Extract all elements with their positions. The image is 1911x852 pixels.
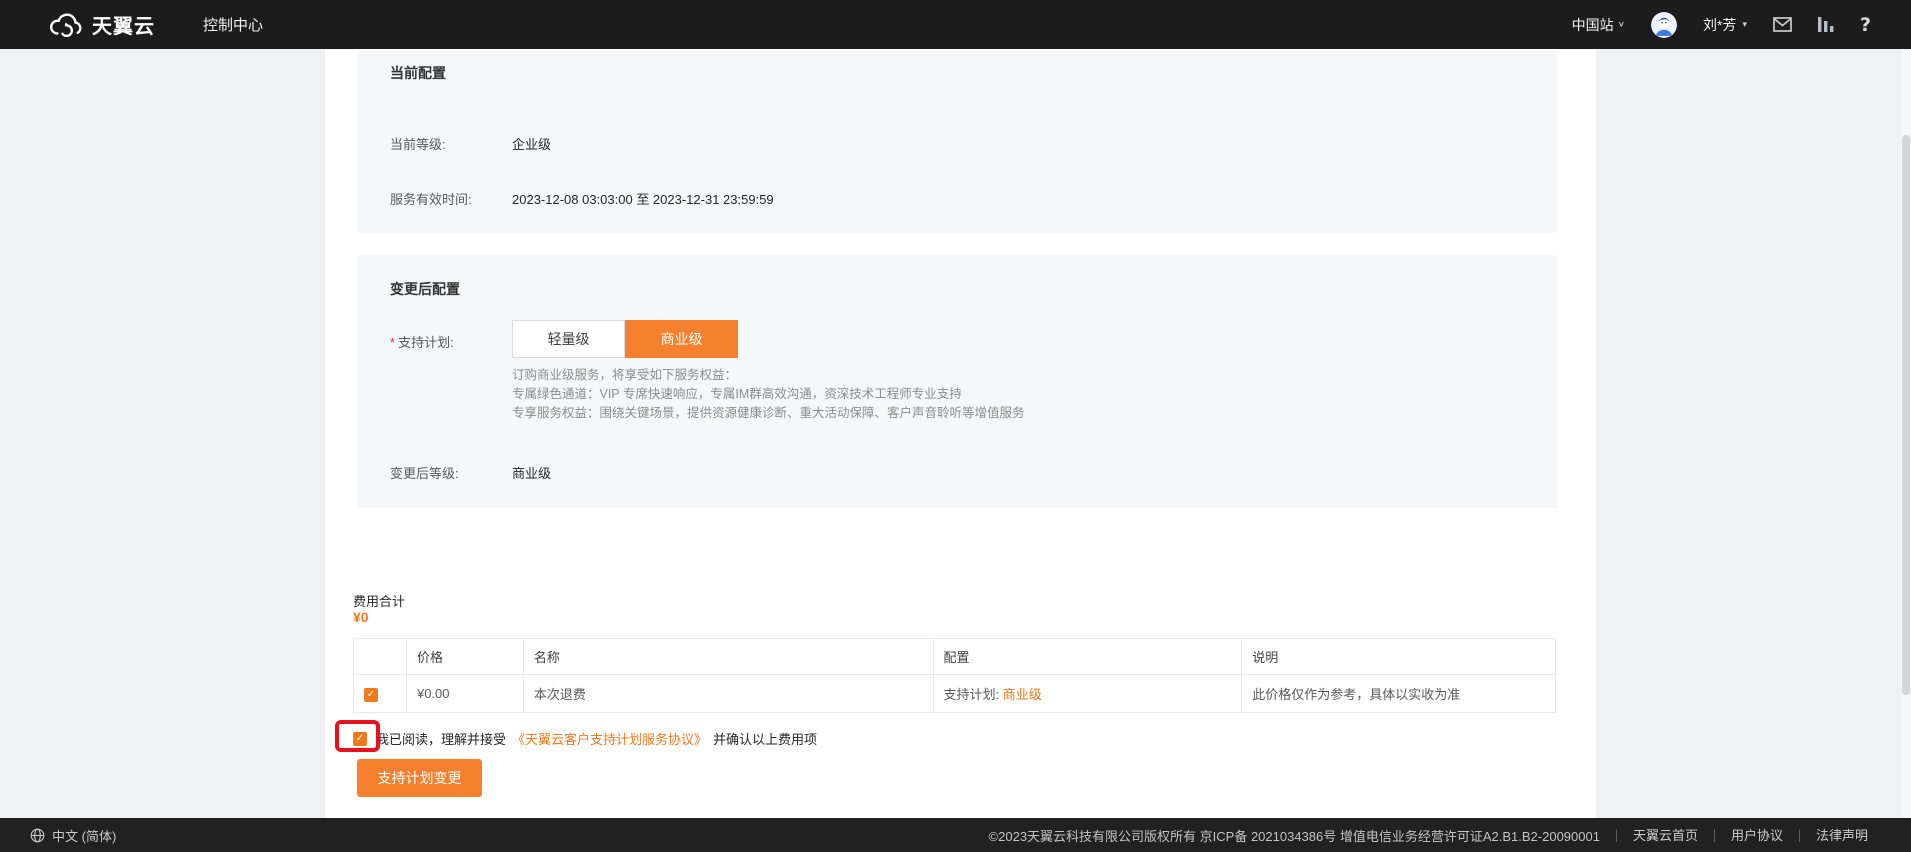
support-plan-toggle: 轻量级 商业级 xyxy=(512,320,738,358)
footer-link-home[interactable]: 天翼云首页 xyxy=(1616,829,1698,842)
stats-icon[interactable] xyxy=(1818,17,1834,32)
page-footer: 中文 (简体) ©2023天翼云科技有限公司版权所有 京ICP备 2021034… xyxy=(0,818,1911,852)
caret-down-icon: ▾ xyxy=(1742,19,1747,30)
current-config-title: 当前配置 xyxy=(390,63,446,83)
row-note: 此价格仅作为参考，具体以实收为准 xyxy=(1242,675,1556,713)
service-period-label: 服务有效时间: xyxy=(390,189,472,208)
region-label: 中国站 xyxy=(1572,15,1614,35)
required-asterisk: * xyxy=(390,335,395,350)
after-level-label: 变更后等级: xyxy=(390,463,459,482)
copyright-text: ©2023天翼云科技有限公司版权所有 京ICP备 2021034386号 增值电… xyxy=(989,826,1600,845)
row-price: ¥0.00 xyxy=(406,675,523,713)
benefit-line: 订购商业级服务，将享受如下服务权益： xyxy=(512,366,1025,385)
brand-name[interactable]: 天翼云 xyxy=(92,10,155,39)
row-config-label: 支持计划: xyxy=(944,687,1000,702)
benefit-line: 专享服务权益：围绕关键场景，提供资源健康诊断、重大活动保障、客户声音聆听等增值服… xyxy=(512,404,1025,423)
plan-option-business[interactable]: 商业级 xyxy=(625,320,738,358)
cost-table: 价格 名称 配置 说明 ✓ ¥0.00 本次退费 支持计划: 商业级 此价格仅作… xyxy=(353,638,1556,713)
plan-option-light[interactable]: 轻量级 xyxy=(512,320,625,358)
scrollbar-thumb[interactable] xyxy=(1902,135,1910,695)
avatar[interactable] xyxy=(1651,12,1677,38)
row-name: 本次退费 xyxy=(523,675,933,713)
top-navbar: 天翼云 控制中心 中国站 ∨ 刘*芳 ▾ xyxy=(0,0,1911,49)
config-column-header: 配置 xyxy=(933,639,1242,675)
chevron-down-icon: ∨ xyxy=(1618,20,1625,29)
footer-link-legal[interactable]: 法律声明 xyxy=(1799,829,1868,842)
agreement-prefix: 我已阅读，理解并接受 xyxy=(376,729,506,748)
cost-total-amount: ¥0 xyxy=(353,609,369,625)
navbar-left: 天翼云 控制中心 xyxy=(48,10,263,39)
agreement-checkbox[interactable]: ✓ xyxy=(353,732,367,746)
row-checkbox[interactable]: ✓ xyxy=(364,688,378,702)
after-level-value: 商业级 xyxy=(512,463,551,482)
name-column-header: 名称 xyxy=(523,639,933,675)
row-checkbox-cell: ✓ xyxy=(354,675,407,713)
username: 刘*芳 xyxy=(1703,15,1736,35)
current-config-panel: 当前配置 当前等级: 企业级 服务有效时间: 2023-12-08 03:03:… xyxy=(357,51,1557,233)
cost-total-title: 费用合计 xyxy=(353,591,405,610)
agreement-link[interactable]: 《天翼云客户支持计划服务协议》 xyxy=(512,729,707,748)
agreement-suffix: 并确认以上费用项 xyxy=(713,729,817,748)
support-plan-label: *支持计划: xyxy=(390,332,454,351)
current-level-label: 当前等级: xyxy=(390,134,446,153)
row-config: 支持计划: 商业级 xyxy=(933,675,1242,713)
service-period-value: 2023-12-08 03:03:00 至 2023-12-31 23:59:5… xyxy=(512,189,774,208)
nav-console-link[interactable]: 控制中心 xyxy=(203,14,263,35)
benefit-line: 专属绿色通道：VIP 专席快速响应，专属IM群高效沟通，资深技术工程师专业支持 xyxy=(512,385,1025,404)
language-label: 中文 (简体) xyxy=(52,826,116,845)
cost-table-header-row: 价格 名称 配置 说明 xyxy=(354,639,1556,675)
globe-icon xyxy=(30,828,45,843)
change-config-title: 变更后配置 xyxy=(390,279,460,299)
navbar-right: 中国站 ∨ 刘*芳 ▾ xyxy=(1572,12,1871,38)
submit-plan-change-button[interactable]: 支持计划变更 xyxy=(357,759,482,797)
price-column-header: 价格 xyxy=(406,639,523,675)
user-menu[interactable]: 刘*芳 ▾ xyxy=(1703,15,1747,35)
current-level-value: 企业级 xyxy=(512,134,551,153)
cloud-logo-icon[interactable] xyxy=(48,12,84,38)
checkbox-column-header xyxy=(354,639,407,675)
language-selector[interactable]: 中文 (简体) xyxy=(30,826,116,845)
footer-right: ©2023天翼云科技有限公司版权所有 京ICP备 2021034386号 增值电… xyxy=(989,826,1868,845)
agreement-row: ✓ 我已阅读，理解并接受 《天翼云客户支持计划服务协议》 并确认以上费用项 xyxy=(353,729,817,748)
mail-icon[interactable] xyxy=(1773,17,1792,32)
footer-link-agreement[interactable]: 用户协议 xyxy=(1714,829,1783,842)
row-config-value: 商业级 xyxy=(1003,687,1042,702)
change-config-panel: 变更后配置 *支持计划: 轻量级 商业级 订购商业级服务，将享受如下服务权益： … xyxy=(357,255,1557,508)
note-column-header: 说明 xyxy=(1242,639,1556,675)
region-selector[interactable]: 中国站 ∨ xyxy=(1572,15,1625,35)
table-row: ✓ ¥0.00 本次退费 支持计划: 商业级 此价格仅作为参考，具体以实收为准 xyxy=(354,675,1556,713)
support-plan-label-text: 支持计划: xyxy=(398,335,454,350)
plan-benefits: 订购商业级服务，将享受如下服务权益： 专属绿色通道：VIP 专席快速响应，专属I… xyxy=(512,366,1025,423)
help-icon[interactable]: ? xyxy=(1860,14,1871,36)
